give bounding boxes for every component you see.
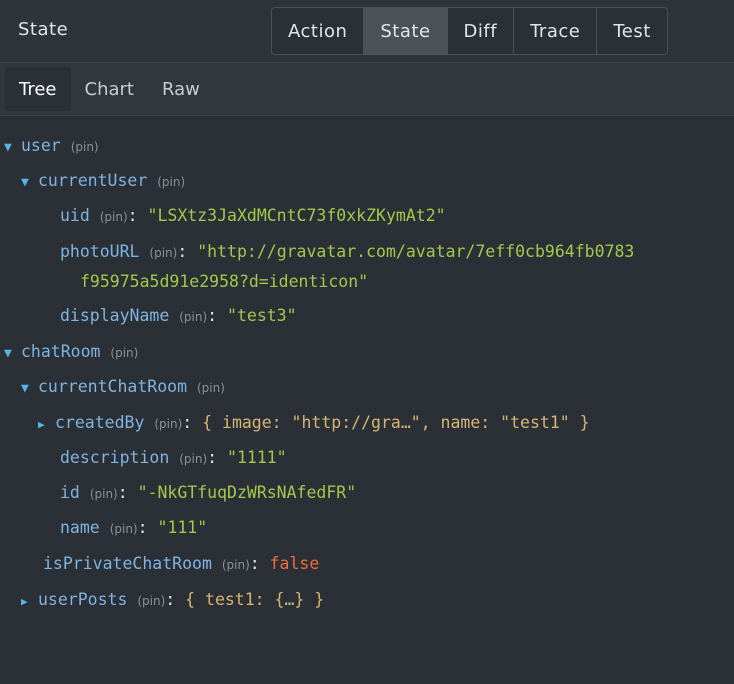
node-value: { image: "http://gra…", name: "test1" } (202, 413, 590, 432)
node-key: uid (60, 206, 90, 225)
pin-link[interactable]: (pin) (197, 381, 225, 395)
tree-node-uid: uid (pin): "LSXtz3JaXdMCntC73f0xkZKymAt2… (60, 206, 446, 225)
mode-button-test[interactable]: Test (597, 8, 666, 54)
pin-link[interactable]: (pin) (110, 522, 138, 536)
pin-link[interactable]: (pin) (100, 210, 128, 224)
node-key: photoURL (60, 242, 140, 261)
node-key: description (60, 448, 170, 467)
expand-arrow-icon[interactable]: ▼ (21, 172, 38, 194)
tree-node-description: description (pin): "1111" (60, 448, 287, 467)
tab-tree[interactable]: Tree (5, 67, 71, 111)
pin-link[interactable]: (pin) (71, 140, 99, 154)
pin-link[interactable]: (pin) (179, 452, 207, 466)
tab-raw[interactable]: Raw (148, 67, 214, 111)
node-value: "1111" (227, 448, 287, 467)
tree-node-photourl: photoURL (pin): "http://gravatar.com/ava… (60, 242, 635, 261)
mode-button-action[interactable]: Action (272, 8, 365, 54)
node-key: chatRoom (21, 342, 101, 361)
tree-node-name: name (pin): "111" (60, 518, 208, 537)
node-key: id (60, 483, 80, 502)
mode-button-trace[interactable]: Trace (514, 8, 598, 54)
collapse-arrow-icon[interactable]: ▶ (21, 591, 38, 613)
tree-node-displayname: displayName (pin): "test3" (60, 306, 297, 325)
pin-link[interactable]: (pin) (179, 310, 207, 324)
node-value: "111" (157, 518, 208, 537)
node-key: createdBy (55, 413, 145, 432)
tree-node-createdby[interactable]: ▶ createdBy (pin): { image: "http://gra…"… (38, 412, 590, 436)
collapse-arrow-icon[interactable]: ▶ (38, 414, 55, 436)
pin-link[interactable]: (pin) (222, 558, 250, 572)
pin-link[interactable]: (pin) (149, 246, 177, 260)
node-key: isPrivateChatRoom (43, 554, 212, 573)
tab-chart[interactable]: Chart (71, 67, 148, 111)
tree-node-isprivatechatroom: isPrivateChatRoom (pin): false (43, 554, 320, 573)
node-value: "-NkGTfuqDzWRsNAfedFR" (137, 483, 357, 502)
tree-node-id: id (pin): "-NkGTfuqDzWRsNAfedFR" (60, 483, 357, 502)
tree-node-chatroom[interactable]: ▼ chatRoom (pin) (4, 341, 138, 365)
node-value: { test1: {…} } (185, 590, 325, 609)
pin-link[interactable]: (pin) (90, 487, 118, 501)
mode-switcher: Action State Diff Trace Test (271, 7, 668, 55)
mode-button-diff[interactable]: Diff (448, 8, 515, 54)
node-key: name (60, 518, 100, 537)
node-key: currentUser (38, 171, 148, 190)
node-key: currentChatRoom (38, 377, 188, 396)
state-tree: ▼ user (pin) ▼ currentUser (pin) uid (pin)… (0, 116, 734, 684)
expand-arrow-icon[interactable]: ▼ (21, 378, 38, 400)
tree-node-user[interactable]: ▼ user (pin) (4, 135, 99, 159)
node-value: "http://gravatar.com/avatar/7eff0cb964fb… (197, 242, 635, 261)
node-value: "LSXtz3JaXdMCntC73f0xkZKymAt2" (147, 206, 446, 225)
tree-node-photourl-continued: f95975a5d91e2958?d=identicon" (80, 271, 368, 293)
expand-arrow-icon[interactable]: ▼ (4, 137, 21, 159)
tree-node-userposts[interactable]: ▶ userPosts (pin): { test1: {…} } (21, 589, 324, 613)
node-key: user (21, 136, 61, 155)
node-key: userPosts (38, 590, 128, 609)
pin-link[interactable]: (pin) (110, 346, 138, 360)
tree-node-currentuser[interactable]: ▼ currentUser (pin) (21, 170, 185, 194)
pin-link[interactable]: (pin) (157, 175, 185, 189)
mode-button-state[interactable]: State (364, 8, 448, 54)
monitor-header: State Action State Diff Trace Test (0, 0, 734, 63)
node-value: false (269, 554, 320, 573)
node-value: "test3" (227, 306, 297, 325)
pin-link[interactable]: (pin) (137, 594, 165, 608)
tree-node-currentchatroom[interactable]: ▼ currentChatRoom (pin) (21, 376, 225, 400)
pin-link[interactable]: (pin) (154, 417, 182, 431)
monitor-title: State (18, 19, 69, 40)
node-key: displayName (60, 306, 170, 325)
view-tabs: Tree Chart Raw (0, 63, 734, 116)
expand-arrow-icon[interactable]: ▼ (4, 343, 21, 365)
node-value: f95975a5d91e2958?d=identicon" (80, 272, 369, 291)
